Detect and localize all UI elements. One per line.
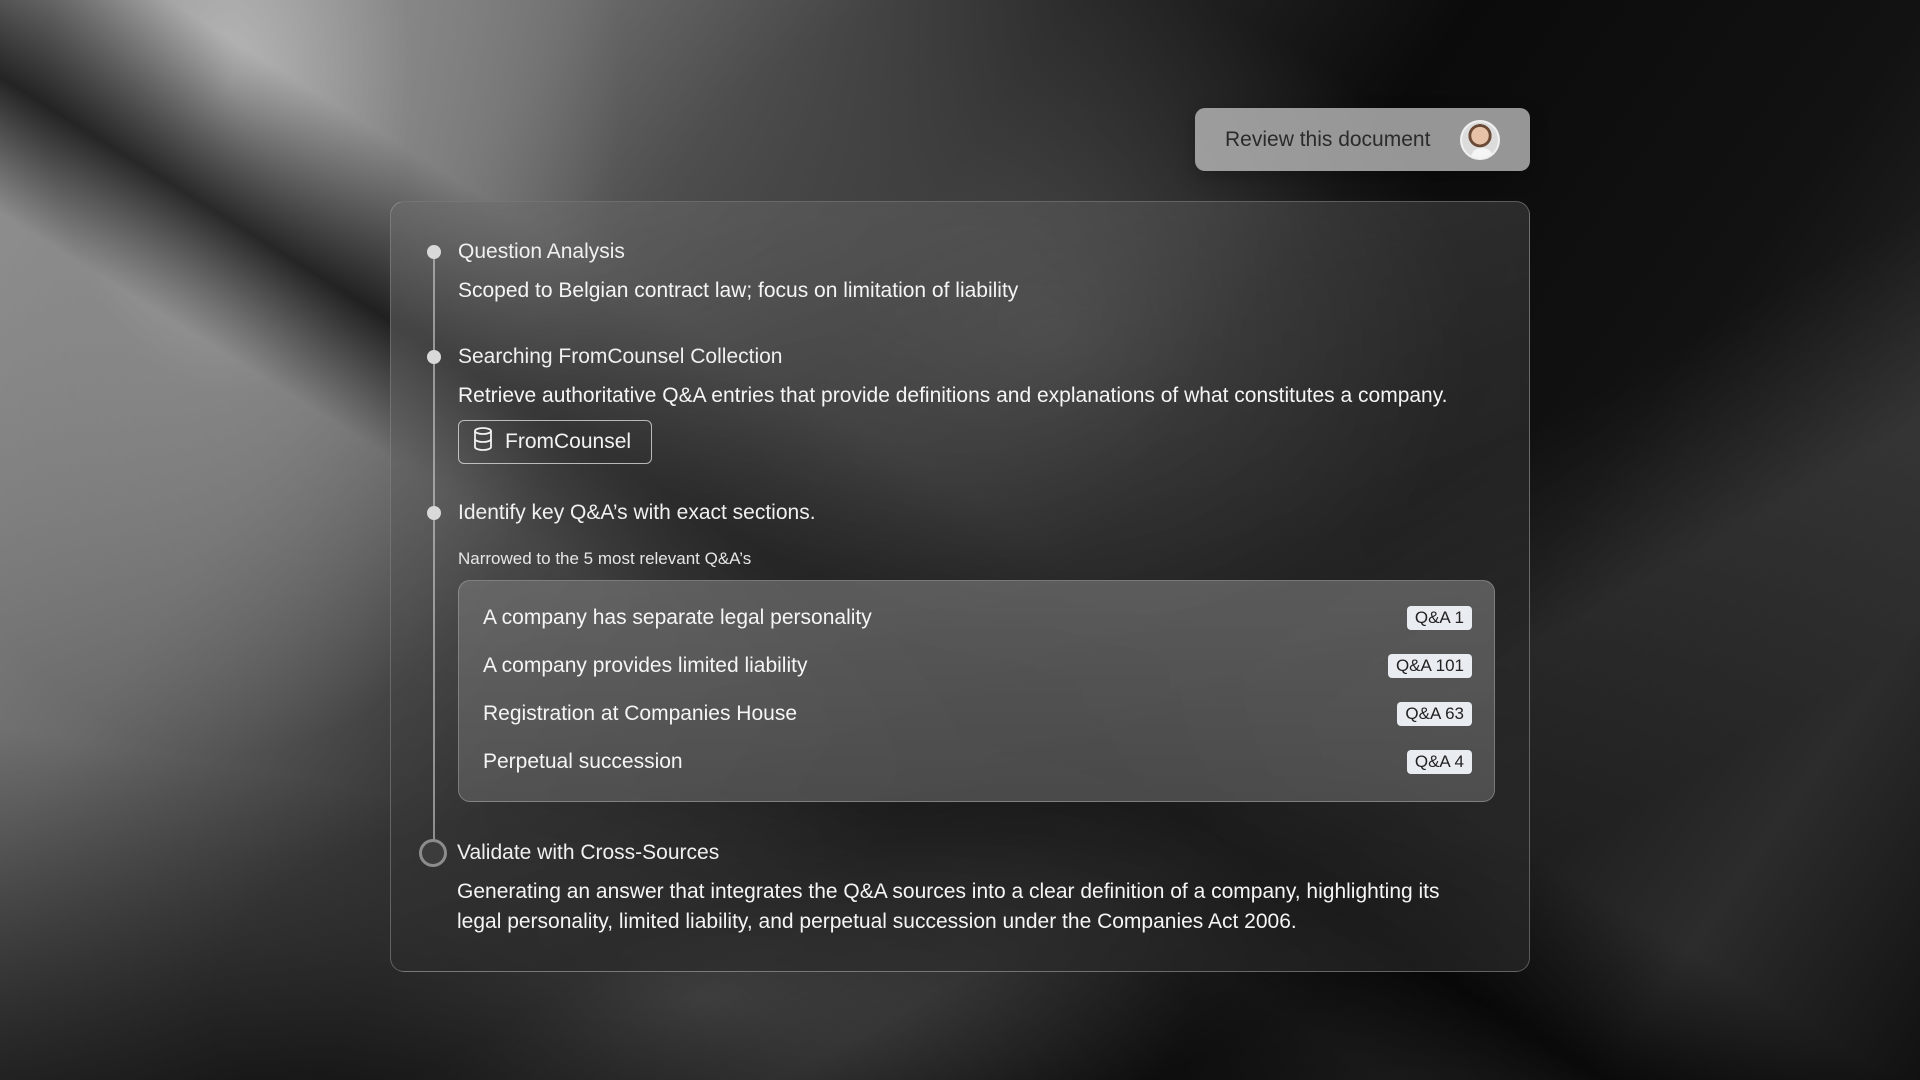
qa-title: A company provides limited liability — [483, 654, 808, 677]
list-item[interactable]: Perpetual succession Q&A 4 — [483, 747, 1472, 777]
list-item[interactable]: A company has separate legal personality… — [483, 603, 1472, 633]
reasoning-panel: Question Analysis Scoped to Belgian cont… — [390, 201, 1530, 972]
step-title: Question Analysis — [458, 240, 625, 263]
step-description: Scoped to Belgian contract law; focus on… — [458, 279, 1019, 302]
qa-reference-badge[interactable]: Q&A 1 — [1406, 606, 1472, 630]
user-message-text: Review this document — [1225, 127, 1431, 151]
qa-reference-badge[interactable]: Q&A 101 — [1387, 654, 1472, 678]
step-dot-complete — [427, 350, 441, 364]
step-dot-complete — [427, 506, 441, 520]
database-icon — [473, 427, 493, 457]
timeline-line — [433, 252, 435, 852]
list-item[interactable]: Registration at Companies House Q&A 63 — [483, 699, 1472, 729]
step-description: Retrieve authoritative Q&A entries that … — [458, 384, 1448, 407]
step-title: Searching FromCounsel Collection — [458, 345, 783, 368]
step-description-line-2: legal personality, limited liability, an… — [457, 910, 1297, 933]
list-item[interactable]: A company provides limited liability Q&A… — [483, 651, 1472, 681]
qa-title: Registration at Companies House — [483, 702, 797, 725]
step-title: Validate with Cross-Sources — [457, 841, 720, 864]
step-dot-complete — [427, 245, 441, 259]
qa-title: A company has separate legal personality — [483, 606, 872, 629]
qa-results-list: A company has separate legal personality… — [458, 580, 1495, 802]
source-chip-fromcounsel[interactable]: FromCounsel — [458, 420, 652, 464]
user-avatar — [1460, 119, 1500, 160]
step-title: Identify key Q&A’s with exact sections. — [458, 501, 816, 524]
source-label: FromCounsel — [505, 430, 632, 453]
step-description-line-1: Generating an answer that integrates the… — [457, 880, 1440, 903]
step-subtitle: Narrowed to the 5 most relevant Q&A’s — [458, 549, 752, 568]
qa-reference-badge[interactable]: Q&A 4 — [1406, 750, 1472, 774]
step-dot-in-progress — [419, 839, 447, 867]
qa-reference-badge[interactable]: Q&A 63 — [1397, 702, 1472, 726]
qa-title: Perpetual succession — [483, 750, 683, 773]
user-message-bubble[interactable]: Review this document — [1195, 108, 1530, 171]
